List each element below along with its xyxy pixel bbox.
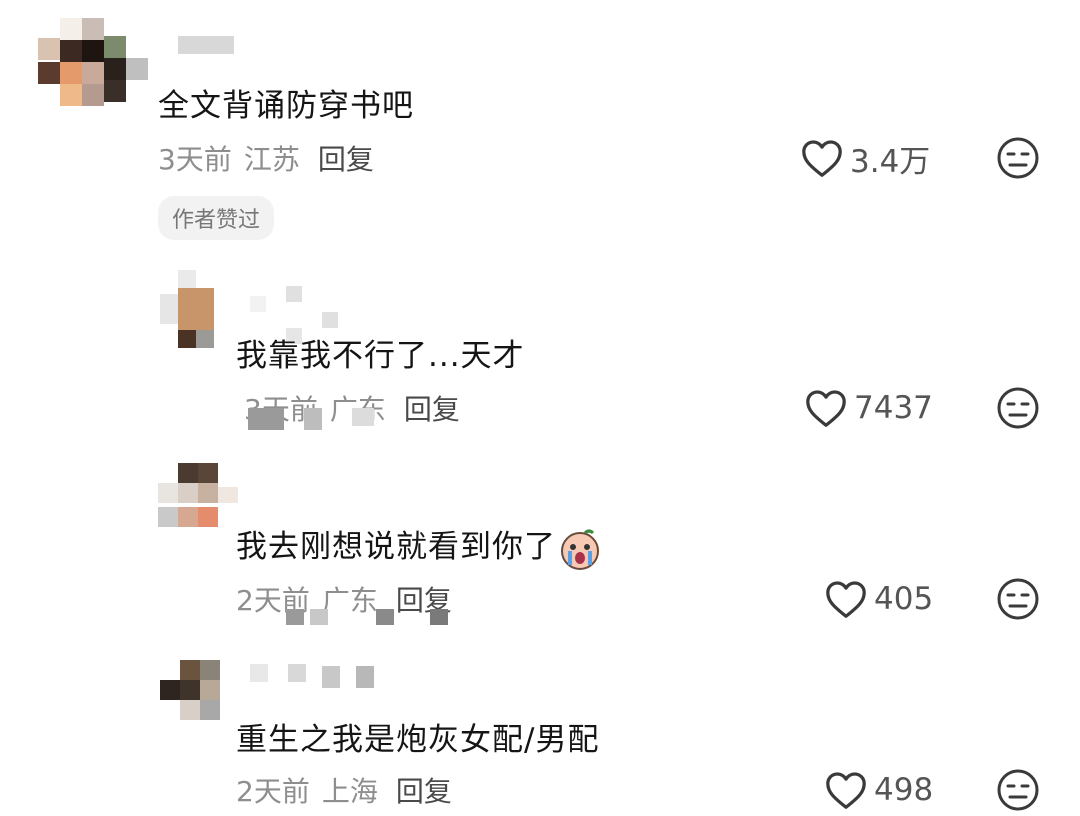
like-button[interactable]: 3.4万	[800, 136, 930, 180]
username-blurred[interactable]	[178, 36, 234, 54]
like-count: 3.4万	[850, 143, 931, 180]
like-button[interactable]: 7437	[804, 386, 933, 430]
comment-item: 我去刚想说就看到你了 2天前 广东 回复 405	[0, 455, 1080, 645]
comment-text: 重生之我是炮灰女配/男配	[236, 722, 600, 758]
reply-button[interactable]: 回复	[404, 393, 460, 426]
author-liked-badge: 作者赞过	[158, 196, 275, 240]
heart-outline-icon	[826, 581, 866, 618]
like-button[interactable]: 498	[824, 768, 933, 812]
unamused-face-icon	[997, 137, 1039, 179]
like-button[interactable]: 405	[824, 577, 933, 621]
reply-button[interactable]: 回复	[396, 775, 452, 808]
comment-text-body: 我去刚想说就看到你了	[236, 529, 556, 565]
comment-text: 我去刚想说就看到你了	[236, 521, 602, 571]
avatar[interactable]	[38, 18, 148, 108]
comment-text: 我靠我不行了...天才	[236, 338, 525, 374]
comment-meta: 3天前 江苏 回复	[158, 138, 374, 178]
comment-meta: 2天前 上海 回复	[236, 770, 452, 810]
avatar[interactable]	[160, 270, 240, 350]
like-count: 7437	[854, 390, 933, 426]
username-blurred[interactable]	[250, 286, 350, 344]
comment-item: 重生之我是炮灰女配/男配 2天前 上海 回复 498	[0, 650, 1080, 816]
comment-item: 我靠我不行了...天才 3天前广东回复 7437	[0, 260, 1080, 450]
username-blurred[interactable]	[250, 662, 390, 688]
crying-face-emoji	[561, 529, 599, 570]
comment-item: 全文背诵防穿书吧 3天前 江苏 回复 3.4万 作者赞过	[0, 0, 1080, 240]
dislike-button[interactable]	[996, 577, 1040, 621]
comment-location: 上海	[321, 775, 378, 808]
reply-button[interactable]: 回复	[318, 143, 374, 176]
like-count: 405	[874, 581, 934, 617]
heart-outline-icon	[802, 140, 842, 177]
comment-location: 江苏	[243, 143, 300, 176]
avatar[interactable]	[160, 660, 220, 720]
meta-mosaic	[286, 609, 486, 627]
avatar[interactable]	[158, 463, 238, 527]
dislike-button[interactable]	[996, 136, 1040, 180]
dislike-button[interactable]	[996, 768, 1040, 812]
comment-time: 2天前	[236, 775, 310, 808]
unamused-face-icon	[997, 387, 1039, 429]
unamused-face-icon	[997, 769, 1039, 811]
heart-outline-icon	[806, 390, 846, 427]
meta-mosaic	[248, 408, 388, 430]
comment-text: 全文背诵防穿书吧	[158, 88, 414, 124]
like-count: 498	[874, 772, 934, 808]
comment-time: 3天前	[158, 143, 232, 176]
heart-outline-icon	[826, 772, 866, 809]
dislike-button[interactable]	[996, 386, 1040, 430]
unamused-face-icon	[997, 578, 1039, 620]
